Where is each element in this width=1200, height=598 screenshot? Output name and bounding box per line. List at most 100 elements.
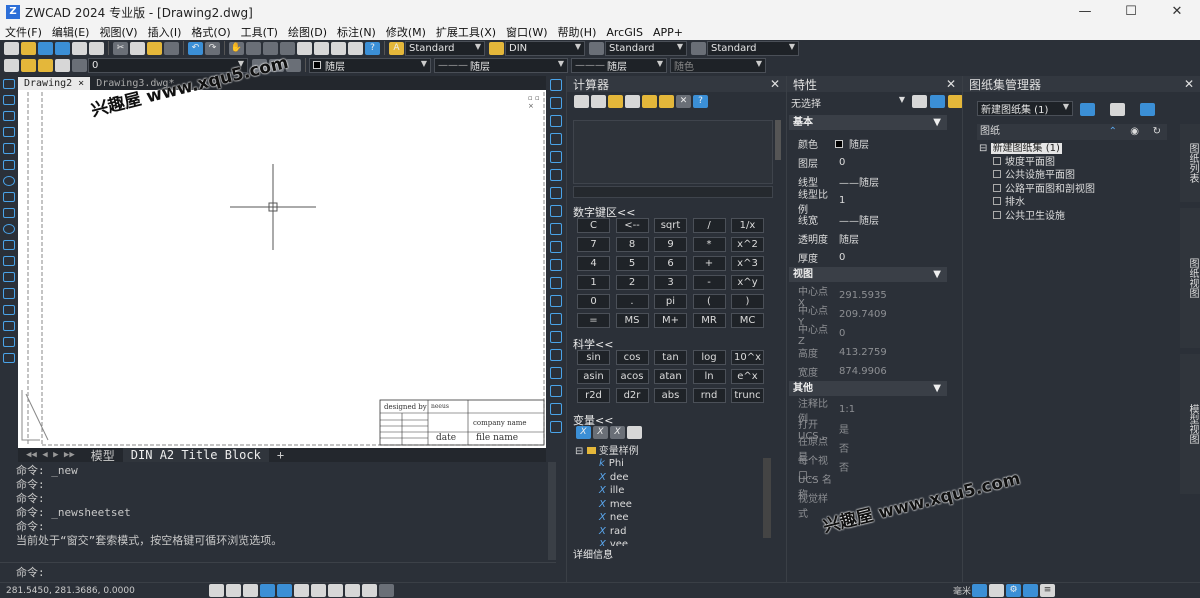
grid-icon[interactable] [226,584,241,597]
extend-icon[interactable] [550,259,562,271]
var-item[interactable]: Xrad [575,525,761,539]
calc-key-calculator.numpad[interactable]: 9 [654,237,687,252]
property-row[interactable]: 高度 413.2759 [787,343,947,362]
unit-label[interactable]: 毫米 [953,584,971,597]
draworder-icon[interactable] [550,367,562,379]
design-center-icon[interactable] [314,41,329,55]
lineweight-select[interactable]: ——— 随层 ▼ [571,57,667,73]
menu-insert[interactable]: 插入(I) [143,24,187,40]
calc-key-calculator.sci[interactable]: abs [654,388,687,403]
join-icon[interactable] [550,295,562,307]
calc-key-calculator.sci[interactable]: trunc [731,388,764,403]
spline-icon[interactable] [3,207,15,218]
property-group-header[interactable]: 视图 ▼ [789,267,947,282]
calc-key-calculator.sci[interactable]: log [692,350,726,365]
circle-icon[interactable] [3,175,15,186]
calc-key-calculator.numpad[interactable]: = [577,313,610,328]
calc-key-calculator.sci[interactable]: acos [615,369,649,384]
offset-icon[interactable] [550,133,562,145]
help-icon[interactable]: ? [365,41,380,55]
linetype-select[interactable]: ——— 随层 ▼ [434,57,568,73]
open-folder-icon[interactable] [21,41,36,55]
region-icon[interactable] [3,320,15,331]
tab-model-views[interactable]: 模型视图 [1180,354,1200,494]
pick-point-icon[interactable] [625,95,640,108]
mtext-icon[interactable] [3,352,15,363]
calc-key-calculator.sci[interactable]: asin [577,369,610,384]
tab-model[interactable]: 模型 [83,447,123,464]
polar-icon[interactable] [260,584,275,597]
calc-key-calculator.numpad[interactable]: MR [692,313,726,328]
property-group-header[interactable]: 基本 ▼ [789,115,947,130]
match-properties-icon[interactable] [164,41,179,55]
distance-icon[interactable] [642,95,657,108]
calc-key-calculator.sci[interactable]: e^x [731,369,764,384]
calc-key-calculator.sci[interactable]: 10^x [731,350,764,365]
calc-key-calculator.numpad[interactable]: 1/x [731,218,764,233]
close-icon[interactable]: × [78,78,84,89]
property-row[interactable]: 厚度 0 [787,248,947,267]
ellipse-arc-icon[interactable] [3,240,15,251]
publish-icon[interactable] [1110,103,1125,116]
globe-icon[interactable] [1080,103,1095,116]
qp-icon[interactable] [362,584,377,597]
table-style-select[interactable]: Standard ▼ [605,40,687,56]
intersection-icon[interactable]: ✕ [676,95,691,108]
calc-key-calculator.numpad[interactable]: 1 [577,275,610,290]
new-variable-icon[interactable]: X [576,426,591,439]
save-as-icon[interactable] [55,41,70,55]
var-item[interactable]: Xmee [575,498,761,512]
calc-key-calculator.numpad[interactable]: 2 [615,275,649,290]
calc-key-calculator.numpad[interactable]: x^y [731,275,764,290]
menu-extensions[interactable]: 扩展工具(X) [431,24,501,40]
new-file-icon[interactable] [4,41,19,55]
close-icon[interactable]: ✕ [770,77,780,91]
osnap-icon[interactable] [277,584,292,597]
viewport-controls[interactable]: ▫ ▫ × [528,94,546,110]
point-icon[interactable] [3,288,15,299]
calc-key-calculator.numpad[interactable]: MC [731,313,764,328]
text-style-icon[interactable]: A [389,41,404,55]
ellipse-icon[interactable] [3,223,15,235]
calc-key-calculator.numpad[interactable]: + [692,256,726,271]
rotate-icon[interactable] [550,187,562,199]
tpy-icon[interactable] [345,584,360,597]
table-style-icon[interactable] [589,41,604,55]
command-input[interactable]: 命令: [0,562,556,582]
var-item[interactable]: Xnee [575,511,761,525]
var-item[interactable]: k Phi [575,457,761,471]
toggle-pickadd-icon[interactable] [912,95,927,108]
var-group[interactable]: ⊟ 变量样例 [575,442,761,457]
quick-select-icon[interactable] [948,95,963,108]
menu-tools[interactable]: 工具(T) [236,24,283,40]
copy-icon[interactable] [130,41,145,55]
line-icon[interactable] [3,79,15,90]
tab-drawing2[interactable]: Drawing2 × [18,77,91,90]
close-icon[interactable]: ✕ [946,77,956,91]
fillet-icon[interactable] [550,331,562,343]
calc-key-calculator.sci[interactable]: cos [615,350,649,365]
sheet-item[interactable]: 公共设施平面图 [979,169,1167,183]
arc-icon[interactable] [3,159,15,170]
calc-key-calculator.numpad[interactable]: C [577,218,610,233]
calc-key-calculator.numpad[interactable]: sqrt [654,218,687,233]
preview-icon[interactable] [89,41,104,55]
lwt-icon[interactable] [328,584,343,597]
select-objects-icon[interactable] [930,95,945,108]
help-icon[interactable]: ? [693,95,708,108]
layout-icon[interactable] [1140,103,1155,116]
sheetset-select[interactable]: 新建图纸集 (1) ▼ [977,101,1073,116]
color-select[interactable]: 随层 ▼ [309,57,431,73]
trim-icon[interactable] [550,241,562,253]
sheet-item[interactable]: 坡度平面图 [979,156,1167,170]
menu-draw[interactable]: 绘图(D) [283,24,332,40]
make-block-icon[interactable] [3,272,15,283]
calc-key-calculator.sci[interactable]: rnd [692,388,726,403]
minimize-icon[interactable]: — [1062,0,1108,24]
sheet-item[interactable]: 公路平面图和剖视图 [979,183,1167,197]
break-icon[interactable] [550,277,562,289]
menu-arcgis[interactable]: ArcGIS [601,26,648,39]
snap-icon[interactable] [209,584,224,597]
plotstyle-select[interactable]: 随色 ▼ [670,57,766,73]
redo-icon[interactable]: ↷ [205,41,220,55]
